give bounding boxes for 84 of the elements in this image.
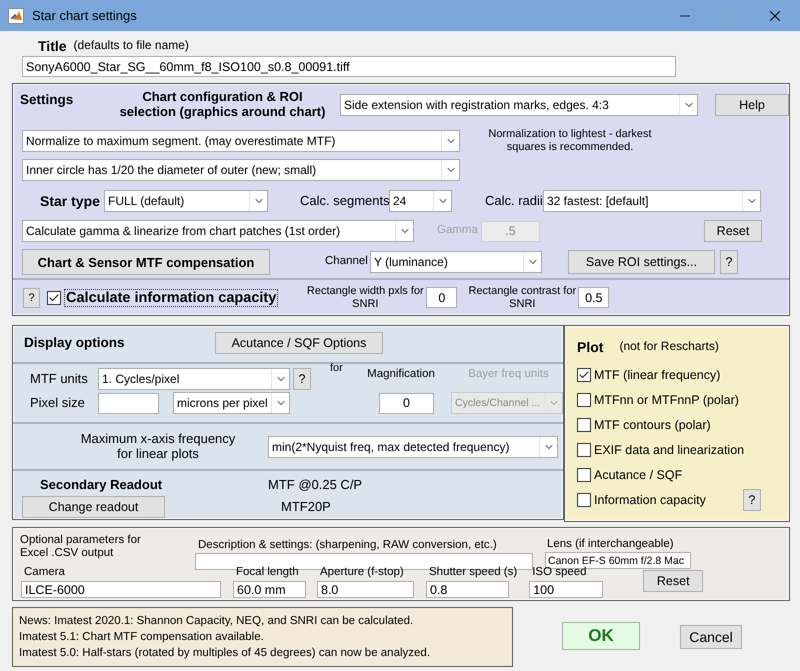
- pixel-unit-dropdown[interactable]: microns per pixel: [173, 392, 290, 414]
- checkbox[interactable]: [577, 368, 591, 382]
- plot-option-label: MTFnn or MTFnnP (polar): [594, 392, 739, 408]
- mtf-units-dropdown[interactable]: 1. Cycles/pixel: [98, 368, 290, 390]
- plot-option-label: Acutance / SQF: [594, 468, 682, 482]
- readout-secondary: MTF20P: [281, 500, 331, 514]
- rect-width-field[interactable]: 0: [426, 287, 458, 308]
- parameter-field[interactable]: 100: [529, 581, 604, 598]
- readout-heading: Secondary Readout: [40, 478, 164, 492]
- chart-config-dropdown[interactable]: Side extension with registration marks, edges. 4:3: [340, 94, 698, 116]
- display-heading: Display options: [24, 335, 126, 351]
- max-frequency-label: Maximum x-axis frequency for linear plots: [80, 432, 236, 462]
- checkbox[interactable]: [577, 418, 591, 432]
- plot-option-label: MTF (linear frequency): [594, 368, 720, 382]
- max-frequency-dropdown[interactable]: min(2*Nyquist freq, max detected frequency): [268, 436, 558, 458]
- reset-button[interactable]: Reset: [704, 220, 762, 242]
- plot-option-label: MTF contours (polar): [594, 418, 711, 432]
- lens-label: Lens (if interchangeable): [547, 538, 675, 552]
- channel-dropdown[interactable]: Y (luminance): [370, 251, 542, 273]
- info-capacity-label[interactable]: Calculate information capacity: [64, 288, 278, 306]
- rect-contrast-field[interactable]: 0.5: [578, 287, 610, 308]
- normalize-dropdown[interactable]: Normalize to maximum segment. (may overestimate MTF): [22, 130, 460, 152]
- parameter-field[interactable]: 60.0 mm: [233, 581, 306, 598]
- plot-option-label: EXIF data and linearization: [594, 442, 744, 458]
- gamma-label: Gamma: [437, 224, 479, 238]
- parameter-field[interactable]: ILCE-6000: [21, 581, 221, 598]
- rect-contrast-label: Rectangle contrast for SNRI: [468, 284, 578, 310]
- cancel-button[interactable]: Cancel: [680, 625, 742, 649]
- checkbox[interactable]: [577, 493, 591, 507]
- plot-option-label: Information capacity: [594, 492, 706, 508]
- magnification-field[interactable]: 0: [379, 392, 434, 414]
- mtf-units-label: MTF units: [30, 372, 89, 387]
- star-type-label: Star type: [40, 192, 101, 210]
- for-label: for: [330, 362, 344, 375]
- news-line: News: Imatest 2020.1: Shannon Capacity, NEQ, and SNRI can be calculated.: [19, 614, 414, 629]
- bayer-label: Bayer freq units: [467, 368, 550, 382]
- title-hint: (defaults to file name): [74, 39, 189, 53]
- pixel-size-field[interactable]: [98, 392, 159, 414]
- radii-dropdown[interactable]: 32 fastest: [default]: [543, 190, 761, 212]
- checkbox[interactable]: [47, 290, 61, 304]
- help-button[interactable]: Help: [715, 94, 789, 116]
- parameter-field[interactable]: 8.0: [317, 581, 414, 598]
- segments-label: Calc. segments: [300, 194, 389, 208]
- gamma-mode-dropdown[interactable]: Calculate gamma & linearize from chart patches (1st order): [22, 220, 414, 242]
- optional-heading: Optional parameters for Excel .CSV output: [20, 534, 142, 560]
- ok-button[interactable]: OK: [562, 622, 640, 650]
- help-button[interactable]: ?: [293, 368, 311, 390]
- logo-icon: [8, 8, 24, 24]
- parameter-field[interactable]: 0.8: [426, 581, 509, 598]
- help-button[interactable]: ?: [23, 288, 40, 308]
- inner-circle-dropdown[interactable]: Inner circle has 1/20 the diameter of outer (new; small): [22, 159, 460, 181]
- save-roi-button[interactable]: Save ROI settings...: [568, 250, 715, 274]
- segments-dropdown[interactable]: 24: [389, 190, 452, 212]
- rect-width-label: Rectangle width pxls for SNRI: [306, 284, 424, 310]
- help-button[interactable]: ?: [720, 250, 738, 274]
- star-type-dropdown[interactable]: FULL (default): [104, 190, 268, 212]
- title-field[interactable]: SonyA6000_Star_SG__60mm_f8_ISO100_s0.8_00091.tiff: [22, 56, 676, 77]
- field-label: Shutter speed (s): [429, 566, 518, 580]
- radii-label: Calc. radii: [485, 194, 543, 208]
- mtf-compensation-button[interactable]: Chart & Sensor MTF compensation: [22, 249, 270, 275]
- plot-note: (not for Rescharts): [619, 340, 719, 354]
- channel-label: Channel: [325, 255, 369, 269]
- field-label: Aperture (f-stop): [320, 566, 405, 580]
- checkbox[interactable]: [577, 393, 591, 407]
- description-label: Description & settings: (sharpening, RAW conversion, etc.): [198, 539, 498, 552]
- acutance-button[interactable]: Acutance / SQF Options: [215, 332, 383, 354]
- title-label: Title: [38, 38, 67, 54]
- field-label: Focal length: [236, 566, 300, 580]
- help-button[interactable]: ?: [742, 489, 761, 511]
- checkbox[interactable]: [577, 468, 591, 482]
- magnification-label: Magnification: [366, 368, 436, 382]
- settings-heading: Settings: [20, 92, 74, 108]
- plot-heading: Plot: [577, 338, 604, 356]
- field-label: Camera: [24, 566, 66, 580]
- normalization-note: Normalization to lightest - darkest squares is recommended.: [487, 128, 653, 154]
- news-line: Imatest 5.0: Half-stars (rotated by multiples of 45 degrees) can now be analyzed.: [19, 646, 432, 661]
- readout-primary: MTF @0.25 C/P: [268, 478, 362, 492]
- checkbox[interactable]: [577, 443, 591, 457]
- chart-config-label: Chart configuration & ROI selection (graphics around chart): [118, 90, 326, 120]
- pixel-size-label: Pixel size: [30, 396, 86, 410]
- news-line: Imatest 5.1: Chart MTF compensation available.: [19, 630, 265, 645]
- change-readout-button[interactable]: Change readout: [22, 496, 165, 518]
- reset-button[interactable]: Reset: [643, 570, 704, 592]
- window-title: Star chart settings: [32, 8, 137, 23]
